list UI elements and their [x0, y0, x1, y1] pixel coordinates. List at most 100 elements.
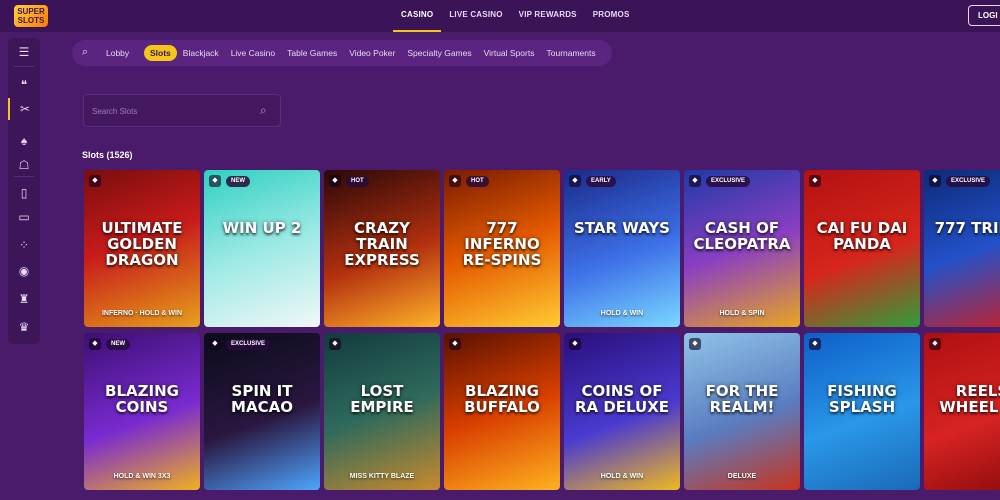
category-bar: ⌕ Lobby Slots Blackjack Live Casino Table G…	[72, 40, 612, 66]
game-title: 777 INFERNO RE-SPINS	[462, 219, 542, 269]
game-title: 777 TRIPLE	[934, 219, 1000, 237]
login-button[interactable]: LOGI	[968, 5, 1000, 26]
game-title: FOR THE REALM!	[705, 382, 779, 416]
game-badge: HOT	[346, 176, 369, 187]
sidebar: ☰ ❝ ✂ ♠ ☖ ▯ ▭ ⁘ ◉ ♜ ♛	[8, 38, 40, 344]
game-title: BLAZING COINS	[105, 382, 179, 416]
game-title: LOST EMPIRE	[350, 382, 414, 416]
game-badge: EXCLUSIVE	[706, 176, 751, 187]
provider-icon: ◆	[89, 175, 101, 187]
provider-icon: ◆	[209, 175, 221, 187]
nav-item-promos[interactable]: PROMOS	[585, 0, 638, 32]
game-subtitle: INFERNO · HOLD & WIN	[101, 310, 183, 317]
game-title: FISHING SPLASH	[827, 382, 897, 416]
game-title: COINS OF RA DELUXE	[574, 382, 670, 416]
chat-icon[interactable]: ❝	[8, 74, 40, 96]
category-tab-video-poker[interactable]: Video Poker	[343, 48, 401, 58]
live-dealer-icon[interactable]: ☖	[8, 154, 40, 176]
provider-icon: ◆	[89, 338, 101, 350]
game-tile[interactable]: ◆ ULTIMATE GOLDEN DRAGON INFERNO · HOLD & …	[84, 170, 200, 327]
brand-logo[interactable]: SUPER SLOTS	[14, 5, 48, 27]
category-tab-blackjack[interactable]: Blackjack	[177, 48, 225, 58]
game-tile[interactable]: ◆ HOT CRAZY TRAIN EXPRESS	[324, 170, 440, 327]
top-navbar: SUPER SLOTS CASINO LIVE CASINO VIP REWARDS P…	[0, 0, 1000, 32]
provider-icon: ◆	[449, 175, 461, 187]
game-subtitle: HOLD & SPIN	[719, 310, 765, 317]
game-tile[interactable]: ◆ NEW BLAZING COINS HOLD & WIN 3X3	[84, 333, 200, 490]
game-subtitle: HOLD & WIN 3X3	[113, 473, 171, 480]
category-tab-live-casino[interactable]: Live Casino	[225, 48, 281, 58]
provider-icon: ◆	[329, 338, 341, 350]
game-title: CAI FU DAI PANDA	[816, 219, 908, 253]
provider-icon: ◆	[209, 338, 221, 350]
category-tab-specialty-games[interactable]: Specialty Games	[401, 48, 477, 58]
game-badge: NEW	[226, 176, 250, 187]
category-tab-virtual-sports[interactable]: Virtual Sports	[478, 48, 541, 58]
game-subtitle: HOLD & WIN	[600, 310, 644, 317]
provider-icon: ◆	[929, 175, 941, 187]
game-badge: EXCLUSIVE	[946, 176, 991, 187]
crown-icon[interactable]: ♛	[8, 316, 40, 338]
monitor-icon[interactable]: ▭	[8, 206, 40, 228]
provider-icon: ◆	[569, 175, 581, 187]
game-tile[interactable]: ◆ BLAZING BUFFALO	[444, 333, 560, 490]
game-tile[interactable]: ◆ CAI FU DAI PANDA	[804, 170, 920, 327]
game-title: CASH OF CLEOPATRA	[693, 219, 791, 253]
game-title: SPIN IT MACAO	[231, 382, 293, 416]
provider-icon: ◆	[689, 338, 701, 350]
game-tile[interactable]: ◆ HOT 777 INFERNO RE-SPINS	[444, 170, 560, 327]
game-tile[interactable]: ◆ REELS WHEEL XL	[924, 333, 1000, 490]
game-tile[interactable]: ◆ EXCLUSIVE SPIN IT MACAO	[204, 333, 320, 490]
game-tile[interactable]: ◆ FOR THE REALM! DELUXE	[684, 333, 800, 490]
game-tile[interactable]: ◆ NEW WIN UP 2	[204, 170, 320, 327]
provider-icon: ◆	[809, 175, 821, 187]
game-subtitle: HOLD & WIN	[600, 473, 644, 480]
section-title: Slots (1526)	[82, 150, 133, 160]
category-tab-table-games[interactable]: Table Games	[281, 48, 343, 58]
game-title: BLAZING BUFFALO	[464, 382, 540, 416]
provider-icon: ◆	[329, 175, 341, 187]
category-tabs: Slots Blackjack Live Casino Table Games Vide…	[144, 40, 602, 66]
game-tile[interactable]: ◆ LOST EMPIRE MISS KITTY BLAZE	[324, 333, 440, 490]
game-tile[interactable]: ◆ EXCLUSIVE 777 TRIPLE	[924, 170, 1000, 327]
spade-icon[interactable]: ♠	[8, 130, 40, 152]
nav-item-vip-rewards[interactable]: VIP REWARDS	[511, 0, 585, 32]
sports-icon[interactable]: ◉	[8, 260, 40, 282]
cards-icon[interactable]: ▯	[8, 182, 40, 204]
search-box: ⌕	[83, 94, 281, 127]
game-title: WIN UP 2	[222, 219, 302, 237]
game-badge: EARLY	[586, 176, 616, 187]
provider-icon: ◆	[809, 338, 821, 350]
provider-icon: ◆	[449, 338, 461, 350]
sidebar-divider	[14, 66, 34, 67]
provider-icon: ◆	[929, 338, 941, 350]
menu-icon[interactable]: ☰	[8, 41, 40, 63]
provider-icon: ◆	[689, 175, 701, 187]
game-tile[interactable]: ◆ EARLY STAR WAYS HOLD & WIN	[564, 170, 680, 327]
provider-icon: ◆	[569, 338, 581, 350]
trophy-icon[interactable]: ♜	[8, 288, 40, 310]
slots-icon[interactable]: ✂	[8, 98, 40, 120]
search-input[interactable]	[92, 104, 252, 118]
game-tile[interactable]: ◆ EXCLUSIVE CASH OF CLEOPATRA HOLD & SPIN	[684, 170, 800, 327]
search-icon[interactable]: ⌕	[260, 103, 267, 118]
category-tab-slots[interactable]: Slots	[144, 45, 177, 61]
game-title: CRAZY TRAIN EXPRESS	[344, 219, 420, 269]
dice-icon[interactable]: ⁘	[8, 234, 40, 256]
game-tile[interactable]: ◆ FISHING SPLASH	[804, 333, 920, 490]
game-badge: NEW	[106, 339, 130, 350]
category-tab-tournaments[interactable]: Tournaments	[540, 48, 601, 58]
game-tile[interactable]: ◆ COINS OF RA DELUXE HOLD & WIN	[564, 333, 680, 490]
nav-item-casino[interactable]: CASINO	[393, 0, 442, 32]
sidebar-divider	[14, 176, 34, 177]
game-title: REELS WHEEL XL	[939, 382, 1000, 416]
nav-item-live-casino[interactable]: LIVE CASINO	[441, 0, 510, 32]
category-lobby[interactable]: Lobby	[106, 48, 129, 58]
game-title: STAR WAYS	[574, 219, 670, 237]
main-nav: CASINO LIVE CASINO VIP REWARDS PROMOS	[393, 0, 638, 32]
game-badge: HOT	[466, 176, 489, 187]
game-subtitle: DELUXE	[727, 473, 757, 480]
games-grid: ◆ ULTIMATE GOLDEN DRAGON INFERNO · HOLD & …	[84, 170, 1000, 500]
game-title: ULTIMATE GOLDEN DRAGON	[101, 219, 183, 269]
search-icon[interactable]: ⌕	[82, 46, 88, 59]
